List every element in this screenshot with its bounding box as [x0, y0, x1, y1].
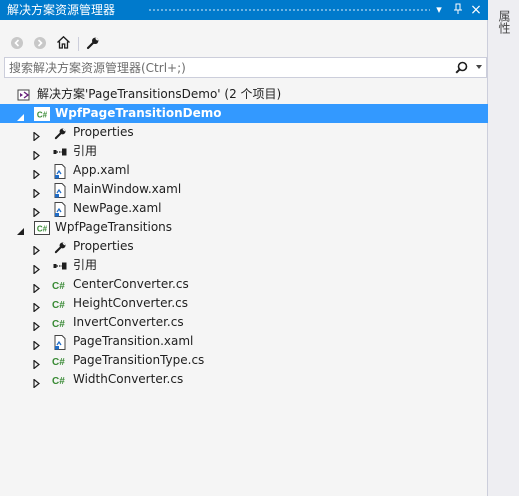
search-icon[interactable] [455, 61, 468, 77]
tree-item[interactable]: 引用 [0, 256, 488, 275]
svg-text:C#: C# [52, 376, 65, 386]
close-icon[interactable]: × [469, 3, 483, 17]
tree-item-label: PageTransitionType.cs [73, 353, 205, 367]
tree-item-label: WpfPageTransitionDemo [55, 106, 222, 120]
csharp-project-icon: C# [34, 220, 50, 236]
toolbar [0, 31, 488, 57]
expand-arrow-icon[interactable] [32, 204, 41, 218]
solution-icon [16, 87, 32, 103]
wrench-icon [52, 125, 68, 141]
expand-arrow-icon[interactable] [32, 280, 41, 294]
back-icon [10, 36, 24, 53]
forward-button[interactable] [31, 35, 49, 53]
csharp-file-icon: C# [52, 315, 68, 331]
tree-item[interactable]: NewPage.xaml [0, 199, 488, 218]
window-position-dropdown-icon[interactable]: ▾ [432, 3, 446, 17]
properties-button[interactable] [84, 35, 102, 53]
tree-item-label: WpfPageTransitions [55, 220, 173, 234]
xaml-file-icon [52, 334, 68, 350]
csharp-file-icon: C# [52, 277, 68, 293]
tree-item-label: Properties [73, 239, 134, 253]
properties-wrench-icon [86, 36, 100, 53]
wrench-icon [52, 239, 68, 255]
csharp-file-icon: C# [52, 296, 68, 312]
expand-arrow-icon[interactable] [32, 356, 41, 370]
expand-arrow-icon[interactable] [32, 166, 41, 180]
tree-item[interactable]: C# WidthConverter.cs [0, 370, 488, 389]
collapse-arrow-icon[interactable] [16, 223, 25, 235]
tree-item-label: CenterConverter.cs [73, 277, 189, 291]
search-options-chevron-down-icon[interactable] [476, 65, 482, 69]
tree-item-solution[interactable]: 解决方案'PageTransitionsDemo' (2 个项目) [0, 85, 488, 104]
solution-explorer-panel: 解决方案资源管理器 ▾ × 搜索解决方案资源管理器(Ctrl+;) 解决方案'P… [0, 0, 488, 496]
tree-item-project[interactable]: C# WpfPageTransitions [0, 218, 488, 237]
tree-item-project[interactable]: C# WpfPageTransitionDemo [0, 104, 488, 123]
expand-arrow-icon[interactable] [32, 242, 41, 256]
tree-item-label: 引用 [73, 258, 98, 272]
tree-item-label: 引用 [73, 144, 98, 158]
svg-text:C#: C# [52, 281, 65, 291]
panel-title: 解决方案资源管理器 [7, 3, 116, 17]
tree-item[interactable]: Properties [0, 237, 488, 256]
expand-arrow-icon[interactable] [32, 318, 41, 332]
xaml-file-icon [52, 201, 68, 217]
svg-text:C#: C# [52, 300, 65, 310]
tree-item[interactable]: MainWindow.xaml [0, 180, 488, 199]
tree-item[interactable]: C# CenterConverter.cs [0, 275, 488, 294]
csharp-file-icon: C# [52, 372, 68, 388]
svg-text:C#: C# [37, 225, 48, 234]
tree-item[interactable]: PageTransition.xaml [0, 332, 488, 351]
expand-arrow-icon[interactable] [32, 299, 41, 313]
tree-item-label: MainWindow.xaml [73, 182, 182, 196]
tree-item-label: WidthConverter.cs [73, 372, 184, 386]
panel-title-bar[interactable]: 解决方案资源管理器 ▾ × [0, 0, 488, 20]
solution-explorer-window: 解决方案资源管理器 ▾ × 搜索解决方案资源管理器(Ctrl+;) 解决方案'P… [0, 0, 519, 496]
tree-item[interactable]: C# InvertConverter.cs [0, 313, 488, 332]
tree-item[interactable]: C# PageTransitionType.cs [0, 351, 488, 370]
tree-item-label: NewPage.xaml [73, 201, 162, 215]
tree-item[interactable]: 引用 [0, 142, 488, 161]
collapse-arrow-icon[interactable] [16, 109, 25, 121]
expand-arrow-icon[interactable] [32, 185, 41, 199]
tree-item[interactable]: C# HeightConverter.cs [0, 294, 488, 313]
side-tool-strip: 属性 [489, 0, 519, 496]
csharp-file-icon: C# [52, 353, 68, 369]
svg-text:C#: C# [37, 111, 48, 120]
xaml-file-icon [52, 182, 68, 198]
expand-arrow-icon[interactable] [32, 375, 41, 389]
tree-item-label: Properties [73, 125, 134, 139]
tree-item-label: PageTransition.xaml [73, 334, 194, 348]
tree-item[interactable]: Properties [0, 123, 488, 142]
tree-item-label: 解决方案'PageTransitionsDemo' (2 个项目) [37, 87, 282, 101]
tree-item-label: HeightConverter.cs [73, 296, 188, 310]
search-box[interactable] [4, 57, 487, 78]
expand-arrow-icon[interactable] [32, 337, 41, 351]
tree-item-label: App.xaml [73, 163, 130, 177]
references-icon [52, 258, 68, 274]
tree-item[interactable]: App.xaml [0, 161, 488, 180]
back-button[interactable] [8, 35, 26, 53]
pin-icon[interactable] [451, 3, 465, 17]
home-button[interactable] [54, 35, 72, 53]
svg-text:C#: C# [52, 319, 65, 329]
references-icon [52, 144, 68, 160]
toolbar-separator [78, 37, 79, 51]
forward-icon [33, 36, 47, 53]
csharp-project-icon: C# [34, 106, 50, 122]
expand-arrow-icon[interactable] [32, 128, 41, 142]
properties-side-tab[interactable]: 属性 [497, 10, 511, 34]
expand-arrow-icon[interactable] [32, 261, 41, 275]
xaml-file-icon [52, 163, 68, 179]
search-input[interactable] [9, 59, 449, 76]
home-icon [56, 35, 71, 53]
expand-arrow-icon[interactable] [32, 147, 41, 161]
svg-text:C#: C# [52, 357, 65, 367]
title-grip [148, 8, 430, 13]
tree-item-label: InvertConverter.cs [73, 315, 184, 329]
